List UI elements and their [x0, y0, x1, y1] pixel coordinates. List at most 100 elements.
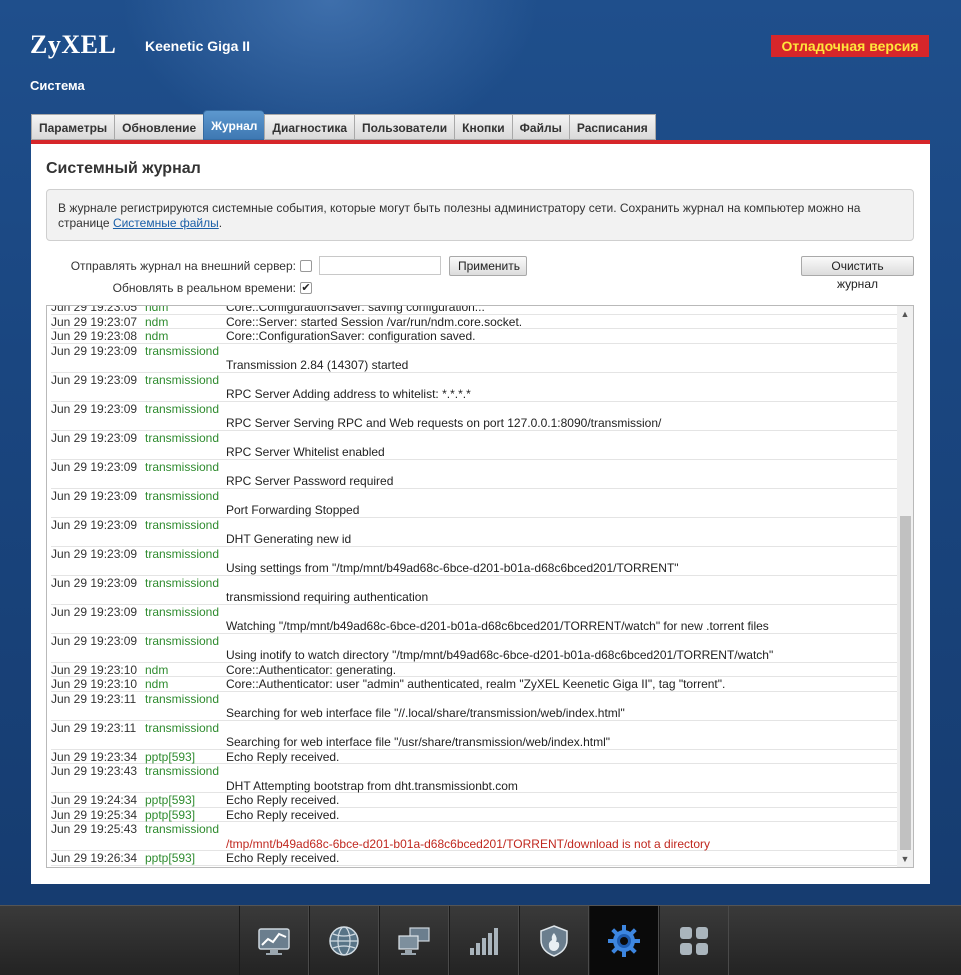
log-source: transmissiond	[145, 517, 220, 532]
log-source: transmissiond	[145, 372, 220, 387]
computers-icon	[398, 927, 430, 955]
tab-log[interactable]: Журнал	[203, 110, 265, 140]
tab-buttons[interactable]: Кнопки	[454, 114, 512, 140]
log-time: Jun 29 19:25:34	[51, 807, 138, 822]
model-name: Keenetic Giga II	[145, 38, 251, 54]
log-source: transmissiond	[145, 764, 220, 778]
nav-home-network[interactable]	[379, 906, 449, 975]
log-time: Jun 29 19:25:43	[51, 822, 138, 836]
nav-monitor[interactable]	[239, 906, 309, 975]
tab-update[interactable]: Обновление	[114, 114, 204, 140]
log-message: transmissiond requiring authentication	[226, 590, 429, 604]
log-message: Using settings from "/tmp/mnt/b49ad68c-6…	[226, 561, 679, 575]
log-time: Jun 29 19:24:34	[51, 793, 138, 807]
log-source: transmissiond	[145, 546, 220, 561]
log-time: Jun 29 19:23:09	[51, 633, 138, 648]
log-message: RPC Server Password required	[226, 474, 394, 488]
log-source: transmissiond	[145, 575, 220, 590]
nav-apps[interactable]	[659, 906, 729, 975]
log-row: Jun 29 19:23:08 ndm Core::ConfigurationSav…	[51, 329, 897, 344]
scroll-up-icon[interactable]: ▲	[897, 306, 913, 322]
log-time: Jun 29 19:23:09	[51, 343, 138, 358]
log-message: RPC Server Adding address to whitelist: …	[226, 387, 471, 401]
nav-wifi[interactable]	[449, 906, 519, 975]
log-source: ndm	[145, 677, 169, 691]
log-time: Jun 29 19:23:11	[51, 691, 137, 706]
log-source: pptp[593]	[145, 851, 196, 865]
zyxel-logo[interactable]: ZyXEL	[30, 30, 116, 60]
log-source: ndm	[145, 305, 169, 314]
remote-server-checkbox[interactable]	[300, 260, 312, 272]
log-row: Jun 29 19:26:34 pptp[593] Echo Reply recei…	[51, 851, 897, 866]
log-row: Jun 29 19:23:09 transmissiond Using inotif…	[51, 634, 897, 663]
log-row: Jun 29 19:23:09 transmissiond RPC Server S…	[51, 402, 897, 431]
log-message: RPC Server Whitelist enabled	[226, 445, 385, 459]
tab-schedules[interactable]: Расписания	[568, 114, 656, 140]
log-time: Jun 29 19:23:43	[51, 764, 138, 778]
scroll-thumb[interactable]	[900, 516, 911, 850]
log-source: transmissiond	[145, 691, 220, 706]
log-source: transmissiond	[145, 604, 220, 619]
log-source: transmissiond	[145, 720, 220, 735]
log-time: Jun 29 19:23:09	[51, 430, 138, 445]
log-message: Watching "/tmp/mnt/b49ad68c-6bce-d201-b0…	[226, 619, 769, 633]
section-title: Система	[30, 78, 85, 93]
log-row: Jun 29 19:24:34 pptp[593] Echo Reply recei…	[51, 793, 897, 808]
signal-bars-icon	[470, 928, 498, 955]
log-row: Jun 29 19:23:09 transmissiond RPC Server A…	[51, 373, 897, 402]
log-row: Jun 29 19:23:07 ndm Core::Server: started …	[51, 314, 897, 329]
tab-users[interactable]: Пользователи	[354, 114, 455, 140]
log-row: Jun 29 19:23:09 transmissiond DHT Generati…	[51, 518, 897, 547]
log-source: transmissiond	[145, 343, 220, 358]
log-time: Jun 29 19:23:07	[51, 314, 138, 329]
log-message: Echo Reply received.	[226, 749, 340, 764]
log-time: Jun 29 19:23:05	[51, 305, 138, 314]
log-time: Jun 29 19:23:34	[51, 749, 138, 764]
clear-log-button[interactable]: Очистить журнал	[801, 256, 914, 291]
panel-title: Системный журнал	[46, 160, 201, 177]
system-files-link[interactable]: Системные файлы	[113, 216, 219, 230]
log-viewer[interactable]: Jun 29 19:23:05 ndm Core::ConfigurationSav…	[46, 305, 914, 868]
nav-internet[interactable]	[309, 906, 379, 975]
tab-diagnostics[interactable]: Диагностика	[264, 114, 355, 140]
log-row: Jun 29 19:23:09 transmissiond RPC Server P…	[51, 460, 897, 489]
log-message: DHT Attempting bootstrap from dht.transm…	[226, 778, 518, 793]
log-source: ndm	[145, 662, 169, 677]
globe-icon	[329, 926, 359, 956]
log-time: Jun 29 19:23:09	[51, 575, 138, 590]
log-source: transmissiond	[145, 633, 220, 648]
remote-server-input[interactable]	[319, 256, 441, 275]
log-row: Jun 29 19:23:09 transmissiond transmission…	[51, 576, 897, 605]
log-time: Jun 29 19:26:34	[51, 851, 138, 865]
log-row: Jun 29 19:23:34 pptp[593] Echo Reply recei…	[51, 749, 897, 764]
info-box: В журнале регистрируются системные событ…	[46, 189, 914, 241]
shield-icon	[540, 925, 568, 957]
log-message: Transmission 2.84 (14307) started	[226, 358, 409, 372]
log-time: Jun 29 19:23:08	[51, 329, 138, 343]
log-row: Jun 29 19:23:10 ndm Core::Authenticator: g…	[51, 662, 897, 677]
log-message: Searching for web interface file "//.loc…	[226, 706, 625, 720]
log-scrollbar[interactable]: ▲ ▼	[897, 306, 913, 867]
tab-parameters[interactable]: Параметры	[31, 114, 115, 140]
log-time: Jun 29 19:23:09	[51, 372, 138, 387]
log-source: pptp[593]	[145, 749, 196, 764]
realtime-checkbox[interactable]: ✔	[300, 282, 312, 294]
scroll-down-icon[interactable]: ▼	[897, 851, 913, 867]
log-time: Jun 29 19:23:09	[51, 517, 138, 532]
log-message: RPC Server Serving RPC and Web requests …	[226, 416, 662, 430]
apply-button[interactable]: Применить	[449, 256, 527, 276]
log-row: Jun 29 19:23:09 transmissiond RPC Server W…	[51, 431, 897, 460]
log-time: Jun 29 19:23:09	[51, 459, 138, 474]
footer-nav	[239, 906, 729, 975]
log-message: Core::Authenticator: generating.	[226, 662, 397, 677]
log-row: Jun 29 19:23:11 transmissiond Searching fo…	[51, 692, 897, 721]
log-source: transmissiond	[145, 430, 220, 445]
log-row: Jun 29 19:25:34 pptp[593] Echo Reply recei…	[51, 807, 897, 822]
log-row: Jun 29 19:23:43 transmissiond DHT Attempti…	[51, 764, 897, 793]
log-message: /tmp/mnt/b49ad68c-6bce-d201-b01a-d68c6bc…	[226, 836, 711, 851]
nav-system[interactable]	[589, 906, 659, 975]
log-time: Jun 29 19:23:09	[51, 488, 138, 503]
log-message: Echo Reply received.	[226, 807, 340, 822]
nav-security[interactable]	[519, 906, 589, 975]
tab-files[interactable]: Файлы	[511, 114, 569, 140]
